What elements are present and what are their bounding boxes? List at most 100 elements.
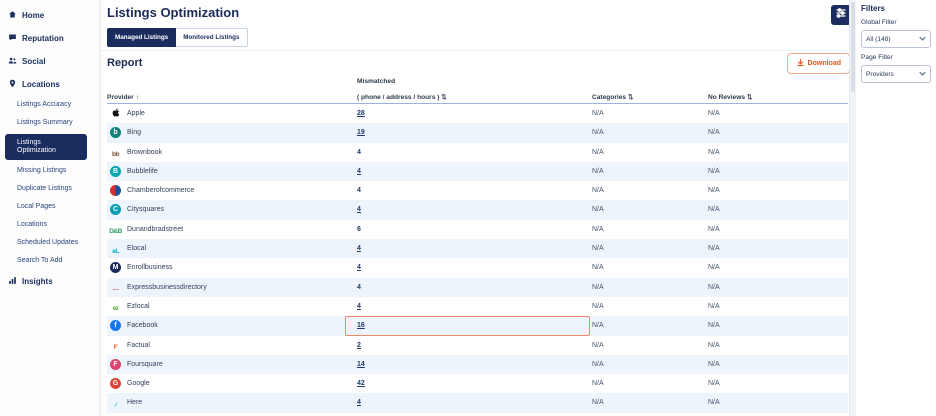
mismatched-count-link[interactable]: 4 — [357, 168, 361, 175]
sort-icon: ⇅ — [441, 94, 447, 101]
categories-value: N/A — [592, 225, 604, 233]
sidebar-subitem-missing-listings[interactable]: Missing Listings — [0, 162, 99, 180]
sidebar-subitem-local-pages[interactable]: Local Pages — [0, 198, 99, 216]
sidebar-item-insights[interactable]: Insights — [0, 270, 99, 293]
mismatched-count-link[interactable]: 42 — [357, 380, 365, 387]
scrollbar-thumb[interactable] — [851, 2, 855, 92]
download-label: Download — [807, 60, 841, 67]
mismatched-count-link[interactable]: 19 — [357, 129, 365, 136]
categories-value: N/A — [592, 245, 604, 253]
sidebar-item-label: Reputation — [22, 34, 64, 43]
table-row: F Foursquare 14 N/A N/A — [107, 354, 848, 375]
sort-icon: ⇅ — [627, 94, 634, 101]
app-root: Home Reputation Social Locations Listings Ac… — [0, 0, 936, 416]
main-content: Listings Optimization Managed Listings M… — [100, 0, 853, 416]
provider-name: Foursquare — [127, 360, 163, 368]
sidebar-subitem-listings-optimization[interactable]: Listings Optimization — [5, 134, 87, 160]
vertical-scrollbar[interactable] — [849, 0, 856, 416]
provider-icon — [110, 185, 121, 197]
mismatched-count-link[interactable]: 4 — [357, 187, 361, 194]
provider-icon — [110, 108, 121, 119]
provider-name: Expressbusinessdirectory — [127, 283, 207, 291]
mismatched-count-link[interactable]: 2 — [357, 342, 361, 349]
filters-toggle-button[interactable] — [831, 5, 851, 25]
provider-name: Elocal — [127, 245, 147, 253]
provider-name: Citysquares — [127, 206, 164, 214]
sidebar: Home Reputation Social Locations Listings Ac… — [0, 0, 100, 416]
tab-managed-listings[interactable]: Managed Listings — [107, 28, 177, 47]
provider-icon: D&B — [109, 228, 122, 236]
provider-name: Bing — [127, 129, 142, 137]
mismatched-count-link[interactable]: 16 — [357, 322, 365, 329]
no-reviews-value: N/A — [708, 187, 720, 195]
chevron-down-icon — [919, 36, 926, 43]
categories-value: N/A — [592, 283, 604, 291]
categories-value: N/A — [592, 264, 604, 272]
no-reviews-value: N/A — [708, 129, 720, 137]
sidebar-subitem-search-to-add[interactable]: Search To Add — [0, 252, 99, 270]
mismatched-highlight-border — [345, 316, 590, 337]
download-button[interactable]: Download — [786, 53, 850, 74]
sidebar-subitem-scheduled-updates[interactable]: Scheduled Updates — [0, 234, 99, 252]
no-reviews-value: N/A — [708, 206, 720, 214]
sidebar-item-reputation[interactable]: Reputation — [0, 27, 99, 50]
tab-monitored-listings[interactable]: Monitored Listings — [176, 28, 248, 47]
categories-value: N/A — [592, 322, 604, 330]
sidebar-item-label: Social — [22, 57, 46, 66]
table-row: b Bing 19 N/A N/A — [107, 123, 848, 143]
provider-icon: bb — [112, 151, 119, 159]
global-filter-value: All (148) — [866, 35, 891, 43]
table-row: F Factual 2 N/A N/A — [107, 336, 848, 355]
table-row: Apple 28 N/A N/A — [107, 104, 848, 123]
sidebar-subitem-listings-accuracy[interactable]: Listings Accuracy — [0, 96, 99, 114]
no-reviews-value: N/A — [708, 264, 720, 272]
table-row: bb Brownbook 4 N/A N/A — [107, 143, 848, 162]
mismatched-count-link[interactable]: 4 — [357, 149, 361, 156]
categories-value: N/A — [592, 110, 604, 117]
table-row: M Enrollbusiness 4 N/A N/A — [107, 258, 848, 277]
provider-icon: eL — [112, 247, 119, 255]
categories-value: N/A — [592, 302, 604, 310]
provider-name: Google — [127, 380, 150, 388]
mismatched-count-link[interactable]: 4 — [357, 264, 361, 271]
no-reviews-value: N/A — [708, 322, 720, 330]
global-filter-select[interactable]: All (148) — [861, 30, 931, 48]
mismatched-count-link[interactable]: 4 — [357, 206, 361, 213]
provider-name: Factual — [127, 341, 150, 349]
mismatched-count-link[interactable]: 14 — [357, 361, 365, 368]
provider-icon: C — [110, 204, 121, 216]
provider-name: Apple — [127, 110, 145, 117]
no-reviews-value: N/A — [708, 110, 720, 117]
provider-icon: ⁄ — [115, 401, 116, 409]
sidebar-item-label: Locations — [22, 80, 60, 89]
no-reviews-value: N/A — [708, 341, 720, 349]
sidebar-subitem-locations[interactable]: Locations — [0, 216, 99, 234]
location-pin-icon — [8, 79, 17, 90]
no-reviews-value: N/A — [708, 283, 720, 291]
sidebar-subitem-listings-summary[interactable]: Listings Summary — [0, 114, 99, 132]
sidebar-item-home[interactable]: Home — [0, 4, 99, 27]
page-filter-label: Page Filter — [861, 54, 893, 61]
sidebar-item-locations[interactable]: Locations — [0, 73, 99, 96]
page-filter-select[interactable]: Providers — [861, 65, 931, 83]
table-row: C Citysquares 4 N/A N/A — [107, 200, 848, 220]
column-header-no-reviews[interactable]: No Reviews ⇅ — [708, 87, 752, 101]
column-header-provider[interactable]: Provider ↑ — [107, 87, 139, 101]
sort-asc-icon: ↑ — [135, 94, 139, 101]
tab-bar: Managed Listings Monitored Listings — [107, 28, 248, 47]
sidebar-item-social[interactable]: Social — [0, 50, 99, 73]
mismatched-count-link[interactable]: 4 — [357, 399, 361, 406]
mismatched-count-link[interactable]: 6 — [357, 226, 361, 233]
categories-value: N/A — [592, 187, 604, 195]
column-header-categories[interactable]: Categories ⇅ — [592, 87, 633, 101]
mismatched-count-link[interactable]: 4 — [357, 245, 361, 252]
mismatched-count-link[interactable]: 28 — [357, 110, 365, 117]
provider-icon: B — [110, 165, 121, 177]
column-header-mismatched[interactable]: Mismatched ( phone / address / hours ) ⇅ — [357, 70, 447, 102]
mismatched-count-link[interactable]: 4 — [357, 284, 361, 291]
mismatched-count-link[interactable]: 4 — [357, 303, 361, 310]
table-header: Provider ↑ Mismatched ( phone / address … — [107, 78, 848, 103]
provider-icon: f — [110, 320, 121, 332]
global-filter-label: Global Filter — [861, 19, 897, 26]
sidebar-subitem-duplicate-listings[interactable]: Duplicate Listings — [0, 180, 99, 198]
